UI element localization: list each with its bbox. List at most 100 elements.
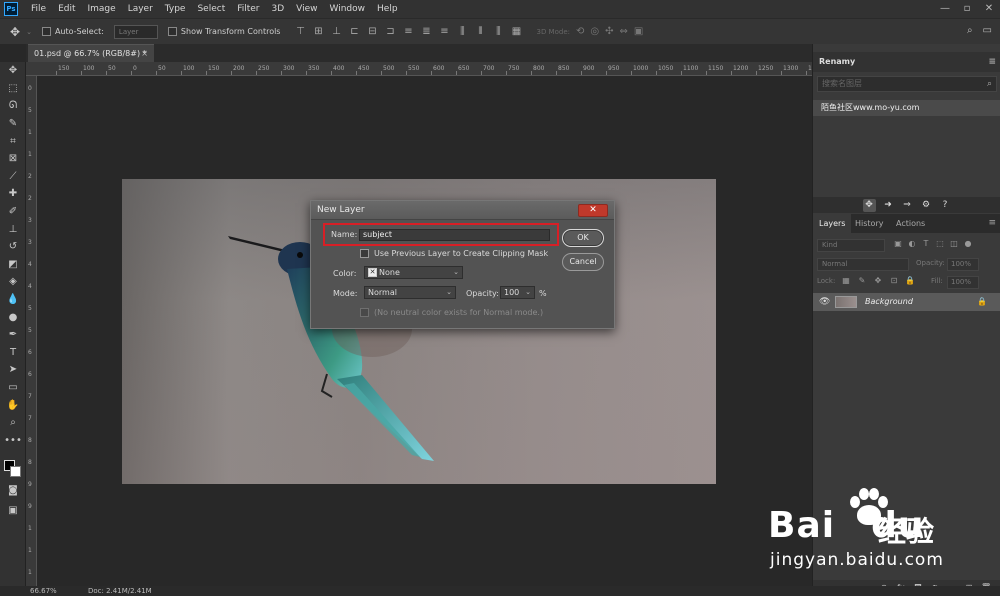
marquee-tool-icon[interactable]: ⬚	[0, 80, 26, 98]
workspace-icon[interactable]: ▭	[983, 25, 992, 36]
pen-tool-icon[interactable]: ✒	[0, 326, 26, 344]
ok-button[interactable]: OK	[562, 229, 604, 247]
lasso-tool-icon[interactable]: ᘏ	[0, 97, 26, 115]
layer-kind-filter[interactable]: Kind	[817, 239, 885, 252]
restore-icon[interactable]: ▫	[956, 0, 978, 18]
tab-layers[interactable]: Layers	[813, 214, 852, 233]
menu-3d[interactable]: 3D	[266, 0, 291, 18]
renamy-panel-header[interactable]: Renamy ≡	[813, 52, 1000, 72]
opacity-field[interactable]: 100 ⌄	[500, 286, 535, 299]
menu-select[interactable]: Select	[191, 0, 231, 18]
align-top-icon[interactable]: ⊤	[294, 26, 306, 38]
type-filter-icon[interactable]: T	[921, 239, 931, 249]
crop-tool-icon[interactable]: ⌗	[0, 132, 26, 150]
visibility-eye-icon[interactable]: 👁	[819, 293, 830, 311]
apply-icon[interactable]: ➜	[882, 199, 895, 212]
healing-brush-tool-icon[interactable]: ✚	[0, 185, 26, 203]
menu-image[interactable]: Image	[82, 0, 122, 18]
tab-history[interactable]: History	[849, 214, 889, 233]
clipping-mask-checkbox[interactable]	[360, 249, 369, 258]
zoom-level[interactable]: 66.67%	[30, 586, 57, 596]
close-window-icon[interactable]: ✕	[978, 0, 1000, 18]
3d-orbit-icon[interactable]: ⟲	[576, 26, 584, 37]
distribute-left-icon[interactable]: ⫼	[456, 26, 468, 38]
menu-window[interactable]: Window	[324, 0, 372, 18]
smart-filter-icon[interactable]: ◫	[949, 239, 959, 249]
path-select-tool-icon[interactable]: ➤	[0, 361, 26, 379]
layer-opacity-field[interactable]: 100%	[947, 258, 979, 271]
menu-type[interactable]: Type	[159, 0, 192, 18]
fill-field[interactable]: 100%	[947, 276, 979, 289]
renamy-search-input[interactable]: 搜索名图层 ⌕	[817, 76, 997, 92]
lock-position-icon[interactable]: ✥	[873, 276, 883, 286]
blend-mode-dropdown[interactable]: Normal	[817, 258, 909, 271]
show-transform-checkbox[interactable]	[167, 27, 177, 36]
menu-view[interactable]: View	[290, 0, 323, 18]
filter-toggle-icon[interactable]: ●	[963, 239, 973, 249]
background-color-swatch[interactable]	[10, 466, 21, 477]
3d-pan-icon[interactable]: ✣	[605, 26, 613, 37]
dodge-tool-icon[interactable]: ●	[0, 308, 26, 326]
canvas-area[interactable]	[37, 76, 812, 586]
quick-mask-icon[interactable]: ◙	[0, 482, 26, 500]
doc-size[interactable]: Doc: 2.41M/2.41M	[88, 586, 152, 596]
align-hcenter-icon[interactable]: ⊟	[366, 26, 378, 38]
rectangle-tool-icon[interactable]: ▭	[0, 379, 26, 397]
distribute-right-icon[interactable]: ⫼	[492, 26, 504, 38]
dialog-close-button[interactable]: ✕	[578, 204, 608, 217]
align-vcenter-icon[interactable]: ⊞	[312, 26, 324, 38]
brush-tool-icon[interactable]: ✐	[0, 203, 26, 221]
auto-select-dropdown[interactable]: Layer	[113, 24, 158, 39]
gear-icon[interactable]: ⚙	[920, 199, 933, 212]
menu-help[interactable]: Help	[371, 0, 404, 18]
close-tab-icon[interactable]: ×	[141, 45, 148, 62]
chevron-down-icon[interactable]: ⌄	[26, 28, 32, 36]
help-icon[interactable]: ?	[939, 199, 952, 212]
blur-tool-icon[interactable]: 💧	[0, 291, 26, 309]
eyedropper-tool-icon[interactable]: ⟋	[0, 168, 26, 186]
lock-artboard-icon[interactable]: ⊡	[889, 276, 899, 286]
paint-bucket-tool-icon[interactable]: ◈	[0, 273, 26, 291]
adjustment-filter-icon[interactable]: ◐	[907, 239, 917, 249]
mode-dropdown[interactable]: Normal ⌄	[364, 286, 456, 299]
menu-layer[interactable]: Layer	[122, 0, 159, 18]
quick-select-tool-icon[interactable]: ✎	[0, 115, 26, 133]
distribute-bottom-icon[interactable]: ≡	[438, 26, 450, 38]
rename-icon[interactable]: ✥	[862, 198, 876, 212]
align-bottom-icon[interactable]: ⊥	[330, 26, 342, 38]
history-brush-tool-icon[interactable]: ↺	[0, 238, 26, 256]
neutral-color-checkbox[interactable]	[360, 308, 369, 317]
search-icon[interactable]: ⌕	[987, 77, 992, 91]
panel-menu-icon[interactable]: ≡	[988, 52, 996, 72]
lock-all-icon[interactable]: 🔒	[905, 276, 915, 286]
distribute-top-icon[interactable]: ≡	[402, 26, 414, 38]
eraser-tool-icon[interactable]: ◩	[0, 256, 26, 274]
zoom-tool-icon[interactable]: ⌕	[0, 414, 26, 432]
document-tab[interactable]: 01.psd @ 66.7% (RGB/8#) * ×	[28, 44, 154, 62]
align-right-icon[interactable]: ⊐	[384, 26, 396, 38]
lock-image-icon[interactable]: ✎	[857, 276, 867, 286]
auto-align-icon[interactable]: ▦	[510, 26, 522, 38]
tab-actions[interactable]: Actions	[890, 214, 931, 233]
frame-tool-icon[interactable]: ⊠	[0, 150, 26, 168]
search-icon[interactable]: ⌕	[967, 25, 973, 36]
3d-slide-icon[interactable]: ⇔	[620, 26, 628, 37]
layer-name-input[interactable]: subject	[359, 229, 550, 241]
more-tools-icon[interactable]: •••	[0, 431, 26, 449]
minimize-icon[interactable]: —	[934, 0, 956, 18]
layer-row-background[interactable]: 👁 Background 🔒	[813, 293, 1000, 311]
auto-select-checkbox[interactable]	[41, 27, 51, 36]
align-left-icon[interactable]: ⊏	[348, 26, 360, 38]
pixel-filter-icon[interactable]: ▣	[893, 239, 903, 249]
hand-tool-icon[interactable]: ✋	[0, 396, 26, 414]
screen-mode-icon[interactable]: ▣	[0, 502, 26, 520]
forward-icon[interactable]: ⇒	[901, 199, 914, 212]
menu-edit[interactable]: Edit	[52, 0, 81, 18]
cancel-button[interactable]: Cancel	[562, 253, 604, 271]
panel-menu-icon[interactable]: ≡	[988, 214, 996, 233]
clone-stamp-tool-icon[interactable]: ⊥	[0, 220, 26, 238]
color-dropdown[interactable]: ✕ None ⌄	[364, 266, 463, 279]
distribute-vcenter-icon[interactable]: ≣	[420, 26, 432, 38]
menu-file[interactable]: File	[25, 0, 52, 18]
renamy-list-item[interactable]: 陌鱼社区www.mo-yu.com	[813, 100, 1000, 116]
